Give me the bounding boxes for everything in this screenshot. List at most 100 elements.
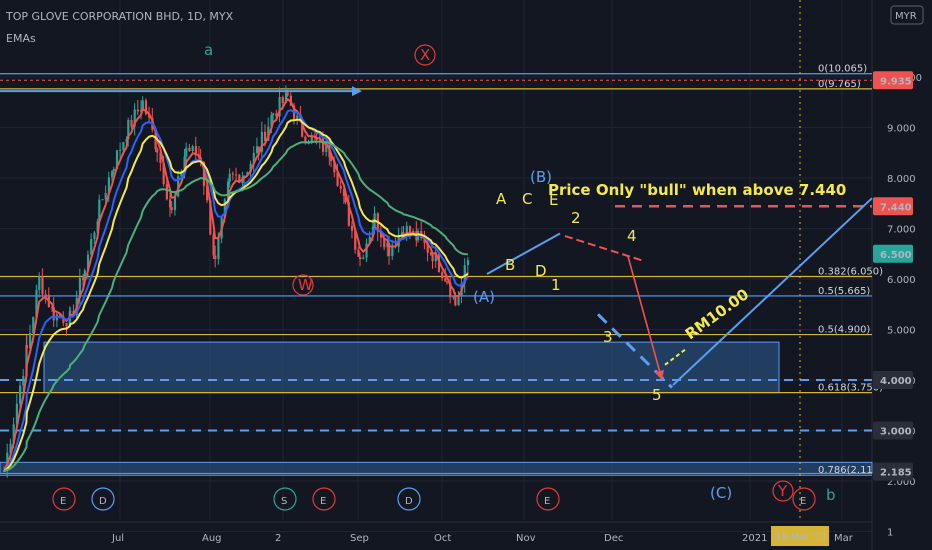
candle-body (130, 119, 133, 127)
candle-body (165, 183, 168, 200)
candle-body (357, 249, 360, 257)
candle-body (214, 255, 217, 260)
y-tick-label: 6.000 (887, 275, 916, 286)
candle-body (321, 138, 325, 152)
candle-body (136, 109, 139, 112)
x-tick-label: Nov (516, 533, 536, 544)
candle-body (286, 92, 289, 96)
candle-body (93, 232, 96, 240)
candle-body (431, 254, 434, 262)
y-tick-label: 9.000 (887, 124, 916, 135)
price-tag: 2.185 (880, 468, 912, 479)
wave-label-w: W (298, 276, 313, 294)
fib-level-label: 0.5(5.665) (818, 286, 870, 297)
event-marker: S (281, 496, 287, 507)
wave-label-b: (B) (530, 168, 552, 186)
wave-label-2: 2 (571, 209, 581, 227)
candle-body (191, 146, 194, 152)
support-zone (0, 461, 873, 474)
wave-label-3: 3 (603, 328, 613, 346)
candle-body (156, 148, 159, 153)
candle-body (359, 256, 362, 260)
resistance-annotation: Price Only "bull" when above 7.440 (548, 181, 846, 199)
price-tag: 3.000 (880, 427, 912, 438)
indicator-label[interactable]: EMAs (6, 32, 36, 45)
wave-label-4: 4 (627, 227, 637, 245)
event-marker: E (544, 496, 550, 507)
x-tick-label: Mar (834, 533, 854, 544)
candle-body (235, 174, 238, 176)
x-tick-label: Aug (202, 533, 222, 544)
candle-body (111, 171, 114, 178)
symbol-title: TOP GLOVE CORPORATION BHD, 1D, MYX (6, 10, 234, 23)
candle-body (362, 257, 365, 260)
candle-body (173, 196, 177, 211)
x-tick-label: Sep (350, 533, 369, 544)
candle-body (122, 142, 125, 150)
candle-body (65, 323, 68, 327)
event-marker: D (99, 496, 107, 507)
x-tick-label: Jul (111, 533, 124, 544)
candle-body (281, 96, 284, 104)
fib-level-label: 0(10.065) (818, 64, 867, 75)
candle-body (188, 147, 191, 152)
x-tick-label: 2 (275, 533, 281, 544)
candle-body (104, 192, 107, 200)
candle-body (19, 385, 22, 404)
candle-body (228, 173, 231, 182)
date-tag: 18 Mar '21 (775, 532, 828, 543)
wave-label-a: A (496, 190, 507, 208)
candle-body (101, 199, 104, 201)
y-tick-label: 7.000 (887, 225, 916, 236)
wave-label-a: (A) (473, 288, 495, 306)
candle-body (69, 311, 72, 313)
candle-body (38, 276, 41, 291)
candle-body (264, 131, 267, 141)
candle-body (457, 296, 460, 306)
candle-body (41, 276, 44, 295)
x-tick-label: Dec (604, 533, 623, 544)
wave-label-b: b (826, 486, 836, 504)
wave-label-e: E (549, 191, 558, 209)
price-chart[interactable]: 10.0009.0008.0007.0006.0005.0004.0003.00… (0, 0, 932, 550)
x-tick-label: 2021 (742, 533, 767, 544)
wave-label-a: a (204, 41, 213, 59)
fib-level-label: 0.5(4.900) (818, 325, 870, 336)
candle-body (231, 173, 235, 175)
wave-label-d: D (535, 262, 547, 280)
wave-label-x: X (420, 46, 430, 64)
candle-body (170, 207, 173, 211)
candle-body (119, 149, 122, 151)
wave-label-5: 5 (652, 386, 662, 404)
price-tag: 9.935 (880, 76, 912, 87)
candle-body (112, 168, 115, 172)
event-marker: E (800, 496, 806, 507)
fib-level-label: 0.382(6.050) (818, 266, 883, 277)
candle-body (454, 296, 457, 306)
wave-label-y: Y (777, 482, 788, 500)
candle-body (444, 278, 447, 282)
wave-label-c: (C) (710, 484, 732, 502)
candle-body (350, 225, 354, 231)
candle-body (25, 344, 28, 349)
wave-label-b: B (505, 256, 515, 274)
candle-body (217, 238, 220, 260)
y-tick-label: 8.000 (887, 174, 916, 185)
candle-body (466, 260, 470, 266)
currency-label: MYR (895, 11, 917, 22)
y-tick-label: 5.000 (887, 326, 916, 337)
y-tick-label: 1 (887, 528, 893, 539)
event-marker: E (320, 496, 326, 507)
candle-body (441, 272, 444, 279)
candle-body (339, 185, 342, 189)
candle-body (272, 113, 275, 115)
candle-body (452, 296, 455, 298)
price-tag: 7.440 (880, 202, 912, 213)
candle-body (44, 294, 47, 296)
x-tick-label: Oct (434, 533, 451, 544)
wave-label-1: 1 (551, 276, 561, 294)
price-tag: 4.000 (880, 376, 912, 387)
candle-body (22, 376, 25, 386)
event-marker: D (405, 496, 413, 507)
price-tag: 6.500 (880, 250, 912, 261)
